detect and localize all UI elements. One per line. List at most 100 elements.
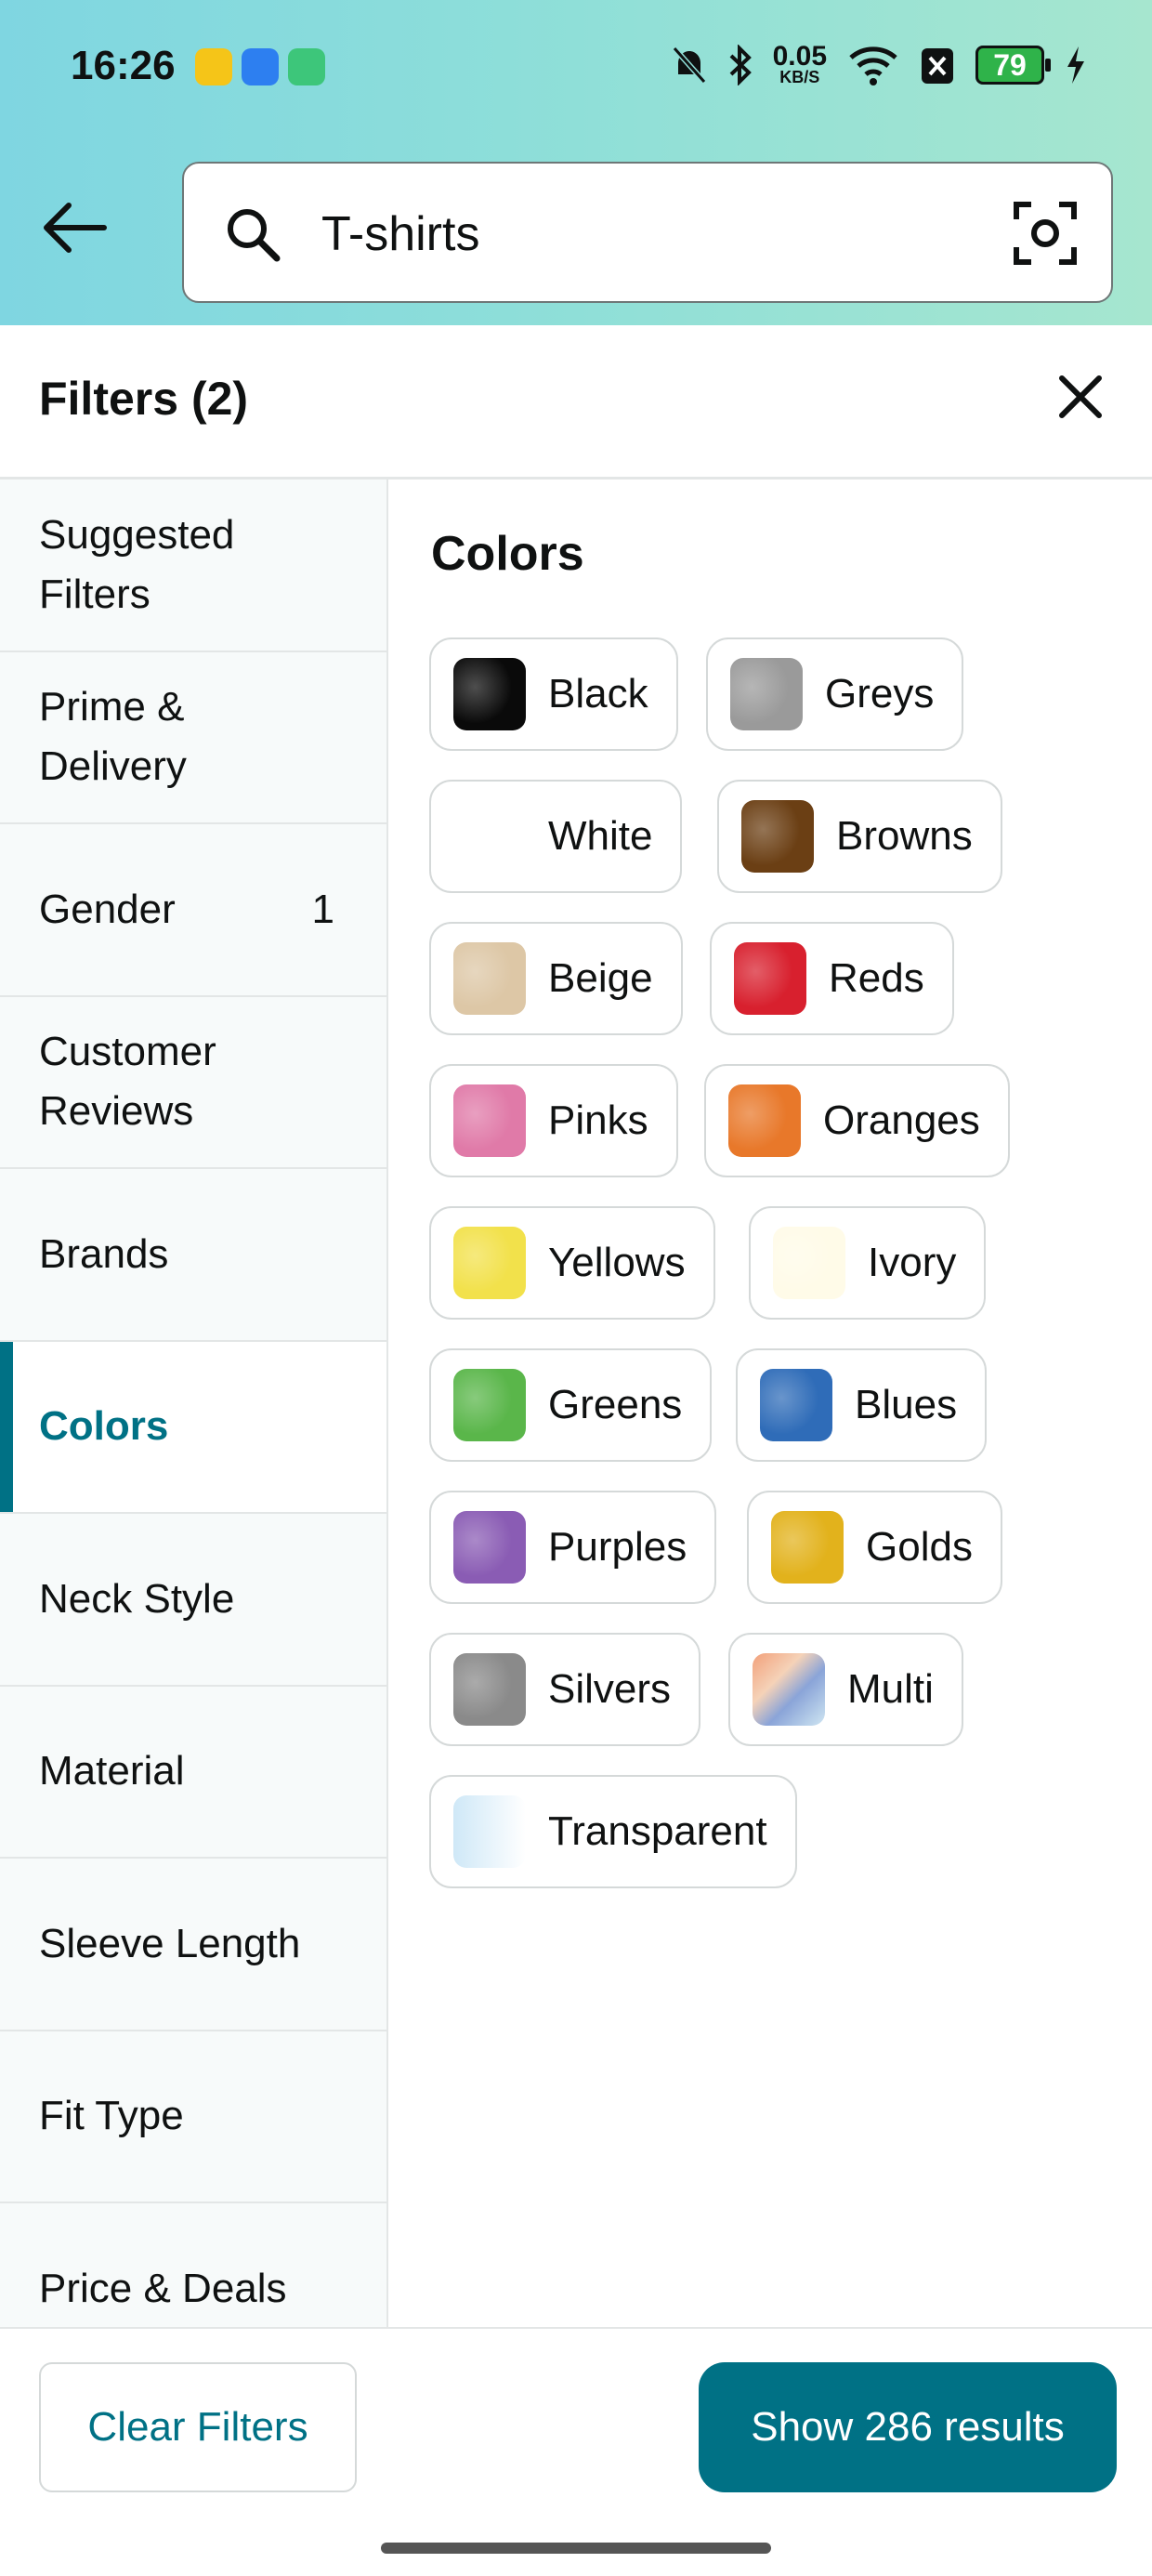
color-chip [453, 800, 526, 873]
color-chip [453, 658, 526, 730]
sidebar-item-label: Gender [39, 886, 176, 932]
color-label: Reds [829, 955, 924, 1001]
clear-filters-button[interactable]: Clear Filters [39, 2362, 357, 2492]
charging-icon [1067, 46, 1084, 84]
colors-filter-panel: Colors Black Greys White Browns Beige Re… [388, 480, 1152, 2327]
sidebar-item-sleeve-length[interactable]: Sleeve Length [0, 1859, 386, 2031]
sidebar-item-label: Material [39, 1748, 185, 1794]
color-option-yellows[interactable]: Yellows [429, 1206, 715, 1320]
sidebar-item-colors[interactable]: Colors [0, 1341, 386, 1514]
sidebar-item-label: Customer Reviews [39, 1029, 216, 1135]
color-label: Greens [548, 1382, 683, 1427]
color-chip [453, 1227, 526, 1299]
color-option-blues[interactable]: Blues [736, 1348, 988, 1462]
sim-icon [922, 48, 953, 84]
show-results-button[interactable]: Show 286 results [699, 2362, 1117, 2492]
status-time: 16:26 [71, 43, 176, 88]
sidebar-item-prime-delivery[interactable]: Prime & Delivery [0, 652, 386, 824]
color-option-black[interactable]: Black [429, 637, 678, 751]
camera-search-icon[interactable] [1013, 201, 1078, 266]
color-label: Purples [548, 1524, 687, 1570]
sidebar-item-label: Colors [39, 1403, 169, 1450]
filter-category-sidebar: Suggested Filters Prime & Delivery Gende… [0, 480, 388, 2327]
color-chip [453, 1795, 526, 1868]
status-bar: 16:26 0.05 KB/S 79 [0, 35, 1152, 102]
sidebar-item-suggested-filters[interactable]: Suggested Filters [0, 480, 386, 652]
sidebar-item-label: Fit Type [39, 2093, 184, 2139]
selected-count-badge: 1 [311, 886, 334, 932]
color-label: Golds [866, 1524, 973, 1570]
color-option-pinks[interactable]: Pinks [429, 1064, 678, 1177]
search-query: T-shirts [321, 207, 480, 261]
color-label: Oranges [823, 1097, 980, 1143]
color-label: Greys [825, 671, 935, 716]
color-chip [760, 1369, 832, 1441]
filters-title: Filters (2) [39, 373, 249, 425]
color-label: Yellows [548, 1240, 686, 1285]
wifi-icon [849, 46, 897, 85]
panel-title: Colors [431, 527, 584, 581]
battery-saver-icon [288, 48, 325, 85]
color-chip [753, 1653, 825, 1726]
color-chip [728, 1084, 801, 1157]
arrow-left-icon [44, 203, 107, 253]
sidebar-item-label: Price & Deals [39, 2265, 287, 2311]
sidebar-item-label: Prime & Delivery [39, 684, 187, 790]
sidebar-item-label: Sleeve Length [39, 1920, 301, 1966]
search-icon [228, 209, 281, 262]
color-label: Beige [548, 955, 653, 1001]
color-option-browns[interactable]: Browns [717, 780, 1002, 893]
bottom-action-bar: Clear Filters Show 286 results [0, 2327, 1152, 2576]
color-option-transparent[interactable]: Transparent [429, 1775, 797, 1888]
color-label: Multi [847, 1666, 934, 1712]
sidebar-item-material[interactable]: Material [0, 1687, 386, 1859]
search-input[interactable]: T-shirts [182, 162, 1113, 303]
color-label: Ivory [868, 1240, 957, 1285]
color-option-greens[interactable]: Greens [429, 1348, 713, 1462]
back-button[interactable] [37, 195, 111, 260]
sidebar-item-label: Brands [39, 1230, 169, 1277]
status-icons: 0.05 KB/S 79 [671, 43, 1087, 85]
bluetooth-icon [729, 45, 752, 85]
sidebar-item-label: Neck Style [39, 1575, 235, 1622]
color-option-white[interactable]: White [429, 780, 683, 893]
notification-icons [195, 48, 325, 85]
color-option-beige[interactable]: Beige [429, 922, 683, 1035]
color-chip [730, 658, 803, 730]
color-option-oranges[interactable]: Oranges [704, 1064, 1010, 1177]
color-option-purples[interactable]: Purples [429, 1491, 717, 1604]
header: 16:26 0.05 KB/S 79 T-shirts [0, 0, 1152, 325]
color-option-ivory[interactable]: Ivory [749, 1206, 987, 1320]
color-chip [734, 942, 806, 1015]
color-label: Blues [855, 1382, 958, 1427]
color-chip [771, 1511, 844, 1584]
color-option-golds[interactable]: Golds [747, 1491, 1002, 1604]
sidebar-item-label: Suggested Filters [39, 511, 235, 617]
mute-icon [672, 46, 706, 84]
color-option-greys[interactable]: Greys [706, 637, 964, 751]
sidebar-item-price-deals[interactable]: Price & Deals [0, 2203, 386, 2327]
color-option-reds[interactable]: Reds [710, 922, 954, 1035]
color-label: White [548, 813, 653, 859]
sidebar-item-brands[interactable]: Brands [0, 1169, 386, 1342]
color-chip [453, 1369, 526, 1441]
close-filters-button[interactable] [1048, 364, 1113, 429]
color-option-silvers[interactable]: Silvers [429, 1633, 701, 1746]
color-label: Pinks [548, 1097, 648, 1143]
color-chip [453, 942, 526, 1015]
sidebar-item-customer-reviews[interactable]: Customer Reviews [0, 997, 386, 1169]
sidebar-item-fit-type[interactable]: Fit Type [0, 2031, 386, 2203]
sidebar-item-neck-style[interactable]: Neck Style [0, 1514, 386, 1687]
home-indicator[interactable] [381, 2543, 771, 2554]
app-notification-icon [242, 48, 279, 85]
sidebar-item-gender[interactable]: Gender 1 [0, 824, 386, 997]
color-chip [773, 1227, 845, 1299]
filters-header: Filters (2) [0, 325, 1152, 480]
color-option-multi[interactable]: Multi [728, 1633, 963, 1746]
battery-icon: 79 [975, 46, 1051, 85]
close-icon [1059, 375, 1102, 418]
color-label: Browns [836, 813, 973, 859]
color-chip [453, 1084, 526, 1157]
color-label: Silvers [548, 1666, 672, 1712]
color-chip [453, 1511, 526, 1584]
